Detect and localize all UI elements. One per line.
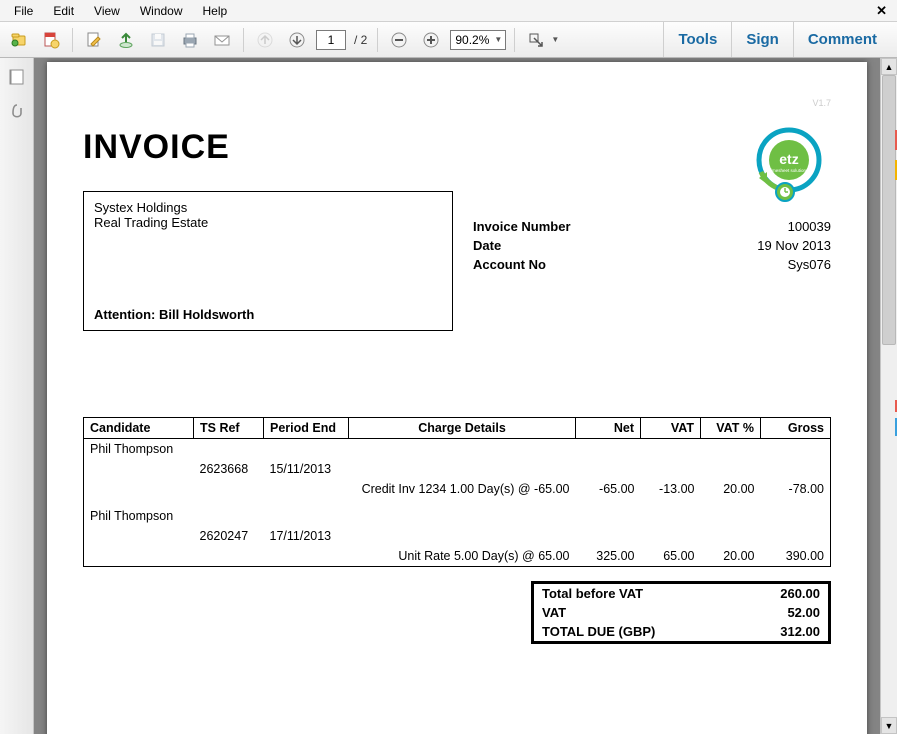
th-charge: Charge Details — [349, 418, 576, 439]
address-box: Systex Holdings Real Trading Estate Atte… — [83, 191, 453, 331]
total-value: 312.00 — [780, 624, 820, 639]
table-row: Credit Inv 1234 1.00 Day(s) @ -65.00 -65… — [84, 479, 831, 499]
tools-button[interactable]: Tools — [663, 22, 731, 57]
th-period: Period End — [264, 418, 349, 439]
version-label: V1.7 — [812, 98, 831, 108]
cell-charge: Credit Inv 1234 1.00 Day(s) @ -65.00 — [349, 479, 576, 499]
comment-button[interactable]: Comment — [793, 22, 891, 57]
th-vatp: VAT % — [701, 418, 761, 439]
cell-charge: Unit Rate 5.00 Day(s) @ 65.00 — [349, 546, 576, 567]
cell-net: -65.00 — [576, 479, 641, 499]
svg-text:etz: etz — [779, 151, 798, 167]
total-label: Total before VAT — [542, 586, 643, 601]
cell-period: 17/11/2013 — [264, 526, 349, 546]
read-mode-icon[interactable] — [523, 27, 549, 53]
side-panel — [0, 58, 34, 734]
cell-vatp: 20.00 — [701, 479, 761, 499]
cell-candidate: Phil Thompson — [84, 499, 194, 526]
page-number-input[interactable] — [316, 30, 346, 50]
meta-value: 100039 — [788, 219, 831, 234]
attention-line: Attention: Bill Holdsworth — [94, 307, 442, 322]
cell-period: 15/11/2013 — [264, 459, 349, 479]
etz-logo: etz timesheet solutions — [747, 122, 831, 206]
zoom-out-icon[interactable] — [386, 27, 412, 53]
table-row: Unit Rate 5.00 Day(s) @ 65.00 325.00 65.… — [84, 546, 831, 567]
scroll-up-icon[interactable]: ▲ — [881, 58, 897, 75]
th-candidate: Candidate — [84, 418, 194, 439]
edit-icon[interactable] — [81, 27, 107, 53]
cell-tsref: 2620247 — [194, 526, 264, 546]
meta-label: Invoice Number — [473, 219, 571, 234]
pdf-page: V1.7 etz timesheet solutions INVOICE — [47, 62, 867, 734]
email-icon[interactable] — [209, 27, 235, 53]
total-label: VAT — [542, 605, 566, 620]
chevron-down-icon: ▼ — [551, 35, 559, 44]
zoom-level-value: 90.2% — [455, 33, 489, 47]
menu-file[interactable]: File — [4, 2, 43, 20]
menu-window[interactable]: Window — [130, 2, 193, 20]
vertical-scrollbar[interactable]: ▲ ▼ — [880, 58, 897, 734]
invoice-title: INVOICE — [83, 128, 831, 167]
cell-gross: -78.00 — [761, 479, 831, 499]
table-row: Phil Thompson — [84, 439, 831, 460]
cell-net: 325.00 — [576, 546, 641, 567]
toolbar: / 2 90.2% ▼ ▼ Tools Sign Comment — [0, 22, 897, 58]
cell-vat: 65.00 — [641, 546, 701, 567]
invoice-table: Candidate TS Ref Period End Charge Detai… — [83, 417, 831, 567]
total-value: 52.00 — [787, 605, 820, 620]
cell-candidate: Phil Thompson — [84, 439, 194, 460]
svg-text:timesheet solutions: timesheet solutions — [770, 168, 809, 173]
menu-help[interactable]: Help — [193, 2, 238, 20]
attachments-icon[interactable] — [8, 102, 26, 122]
cell-vatp: 20.00 — [701, 546, 761, 567]
export-icon[interactable] — [113, 27, 139, 53]
zoom-level-dropdown[interactable]: 90.2% ▼ — [450, 30, 506, 50]
page-total-label: / 2 — [352, 33, 369, 47]
meta-value: 19 Nov 2013 — [757, 238, 831, 253]
sign-button[interactable]: Sign — [731, 22, 793, 57]
table-row: 2620247 17/11/2013 — [84, 526, 831, 546]
menu-view[interactable]: View — [84, 2, 130, 20]
scroll-thumb[interactable] — [882, 75, 896, 345]
total-label: TOTAL DUE (GBP) — [542, 624, 655, 639]
page-thumbnails-icon[interactable] — [8, 68, 26, 86]
scroll-track[interactable] — [881, 75, 897, 717]
workspace: V1.7 etz timesheet solutions INVOICE — [0, 58, 897, 734]
page-down-icon[interactable] — [284, 27, 310, 53]
save-icon[interactable] — [145, 27, 171, 53]
print-icon[interactable] — [177, 27, 203, 53]
th-gross: Gross — [761, 418, 831, 439]
create-pdf-icon[interactable] — [38, 27, 64, 53]
zoom-in-icon[interactable] — [418, 27, 444, 53]
cell-tsref: 2623668 — [194, 459, 264, 479]
total-value: 260.00 — [780, 586, 820, 601]
close-icon[interactable]: ✕ — [870, 3, 893, 19]
scroll-down-icon[interactable]: ▼ — [881, 717, 897, 734]
th-vat: VAT — [641, 418, 701, 439]
open-file-icon[interactable] — [6, 27, 32, 53]
meta-value: Sys076 — [788, 257, 831, 272]
totals-box: Total before VAT 260.00 VAT 52.00 TOTAL … — [531, 581, 831, 644]
th-tsref: TS Ref — [194, 418, 264, 439]
cell-gross: 390.00 — [761, 546, 831, 567]
page-up-icon[interactable] — [252, 27, 278, 53]
cell-vat: -13.00 — [641, 479, 701, 499]
menubar: File Edit View Window Help ✕ — [0, 0, 897, 22]
address-line: Systex Holdings — [94, 200, 442, 215]
menu-edit[interactable]: Edit — [43, 2, 84, 20]
table-row: 2623668 15/11/2013 — [84, 459, 831, 479]
document-viewport[interactable]: V1.7 etz timesheet solutions INVOICE — [34, 58, 880, 734]
table-row: Phil Thompson — [84, 499, 831, 526]
chevron-down-icon: ▼ — [494, 35, 505, 44]
meta-label: Account No — [473, 257, 546, 272]
th-net: Net — [576, 418, 641, 439]
meta-label: Date — [473, 238, 501, 253]
address-line: Real Trading Estate — [94, 215, 442, 230]
